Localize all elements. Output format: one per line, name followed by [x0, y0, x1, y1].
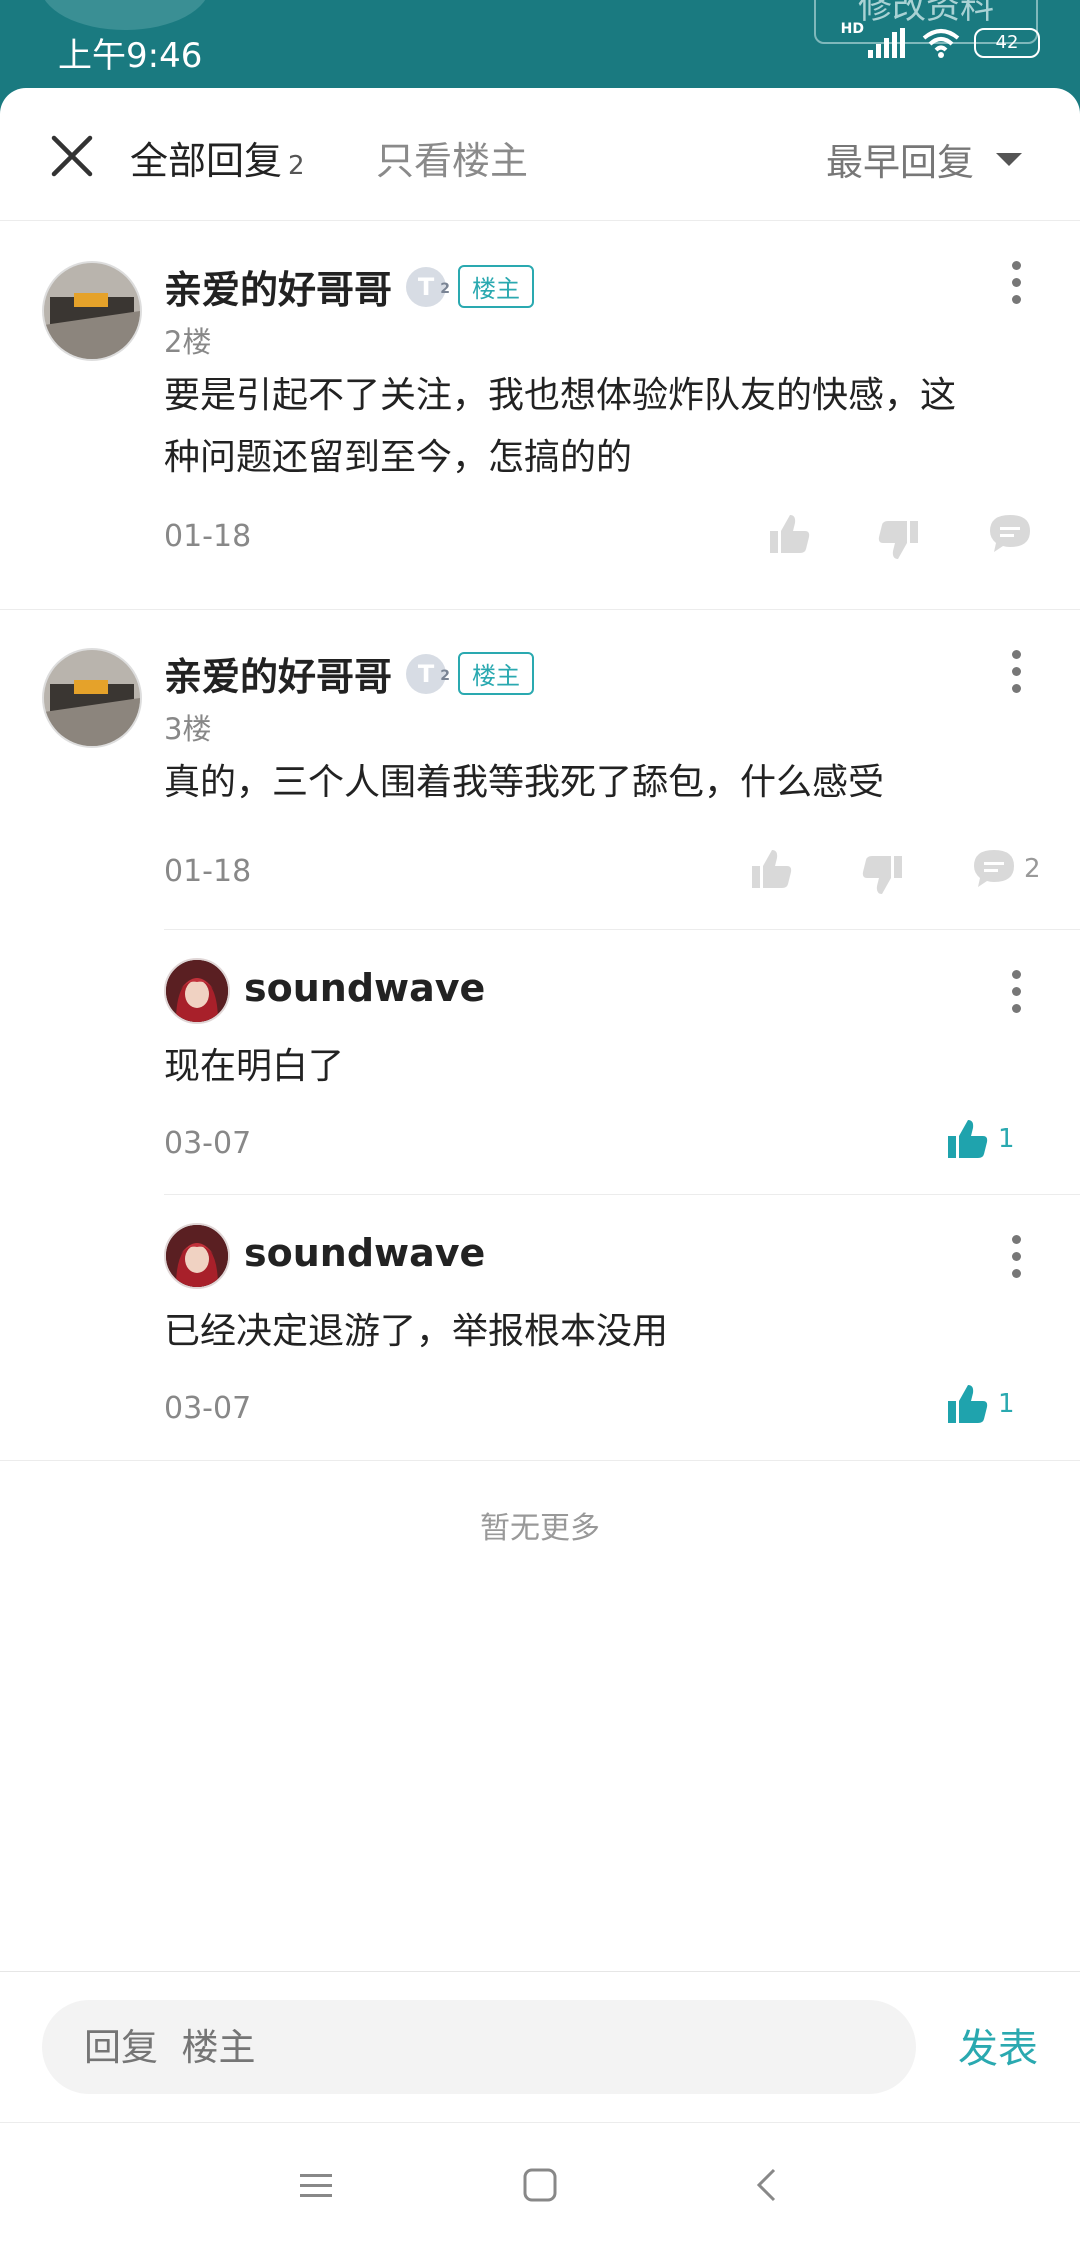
replies-sheet: 全部回复 2 只看楼主 最早回复 亲爱的好哥哥 T2 楼主 2楼 要是引起不了关… [0, 88, 1080, 2248]
reply-content[interactable]: 要是引起不了关注，我也想体验炸队友的快感，这 种问题还留到至今，怎搞的的 [164, 365, 1044, 489]
owner-badge: 楼主 [458, 265, 535, 308]
avatar[interactable] [164, 1223, 230, 1289]
tab-owner-only[interactable]: 只看楼主 [376, 130, 528, 185]
sheet-header: 全部回复 2 只看楼主 最早回复 [0, 88, 1080, 221]
reply-list: 亲爱的好哥哥 T2 楼主 2楼 要是引起不了关注，我也想体验炸队友的快感，这 种… [0, 221, 1080, 1581]
avatar-image [44, 263, 140, 359]
tab-all-replies[interactable]: 全部回复 2 [130, 130, 305, 185]
reply-content[interactable]: 真的，三个人围着我等我死了舔包，什么感受 [164, 752, 1044, 814]
sort-dropdown[interactable]: 最早回复 [826, 132, 1022, 186]
list-footer: 暂无更多 [0, 1461, 1080, 1581]
home-icon[interactable] [522, 2167, 558, 2203]
nested-reply: soundwave 现在明白了 03-07 1 [0, 930, 1080, 1195]
like-count: 1 [998, 1124, 1015, 1154]
like-count: 1 [998, 1389, 1015, 1419]
floor-number: 2楼 [164, 325, 212, 359]
like-button[interactable] [766, 511, 812, 557]
tab-all-count: 2 [288, 151, 305, 181]
wifi-icon [922, 29, 960, 58]
username[interactable]: 亲爱的好哥哥 [164, 646, 392, 701]
no-more-label: 暂无更多 [480, 1511, 600, 1546]
reply-content[interactable]: 已经决定退游了，举报根本没用 [164, 1301, 668, 1363]
reply-content[interactable]: 现在明白了 [164, 1036, 344, 1098]
nested-reply: soundwave 已经决定退游了，举报根本没用 03-07 1 [0, 1195, 1080, 1461]
hd-label: HD [840, 21, 864, 37]
reply-bar: 发表 [0, 1971, 1080, 2122]
username[interactable]: soundwave [244, 1231, 485, 1275]
status-icons: HD 42 [841, 21, 1040, 58]
avatar[interactable] [42, 261, 142, 361]
comment-icon [990, 515, 1030, 552]
thumb-up-icon [948, 1385, 988, 1423]
avatar-image [166, 960, 228, 1022]
back-icon[interactable] [754, 2167, 778, 2203]
dislike-button[interactable] [860, 852, 906, 898]
profile-avatar-partial [40, 0, 210, 30]
more-icon[interactable] [1010, 970, 1022, 1013]
signal-icon [868, 28, 905, 58]
caret-down-icon [996, 152, 1022, 166]
thumb-up-icon [948, 1120, 988, 1158]
like-button[interactable]: 1 [944, 1381, 1015, 1427]
like-button[interactable] [748, 846, 794, 892]
avatar[interactable] [164, 958, 230, 1024]
reply-item: 亲爱的好哥哥 T2 楼主 2楼 要是引起不了关注，我也想体验炸队友的快感，这 种… [0, 221, 1080, 609]
reply-date: 01-18 [164, 854, 252, 889]
comment-button[interactable] [988, 513, 1032, 555]
like-button[interactable]: 1 [944, 1116, 1015, 1162]
username-row: 亲爱的好哥哥 T2 楼主 [164, 259, 535, 314]
username[interactable]: 亲爱的好哥哥 [164, 259, 392, 314]
more-icon[interactable] [1010, 1235, 1022, 1278]
close-icon[interactable] [50, 134, 94, 178]
system-nav-bar [0, 2122, 1080, 2248]
sort-label: 最早回复 [826, 141, 974, 184]
reply-date: 03-07 [164, 1391, 252, 1426]
tab-all-label: 全部回复 [130, 139, 283, 183]
reply-date: 01-18 [164, 519, 252, 554]
level-badge: T2 [406, 266, 450, 307]
floor-number: 3楼 [164, 712, 212, 746]
status-time: 上午9:46 [58, 36, 203, 76]
publish-button[interactable]: 发表 [958, 2016, 1038, 2074]
level-badge: T2 [406, 653, 450, 694]
thumb-up-icon [770, 515, 810, 553]
thumb-down-icon [878, 521, 918, 559]
owner-badge: 楼主 [458, 652, 535, 695]
reply-date: 03-07 [164, 1126, 252, 1161]
battery-indicator: 42 [974, 28, 1040, 58]
menu-icon[interactable] [298, 2171, 334, 2201]
username-row: 亲爱的好哥哥 T2 楼主 [164, 646, 535, 701]
more-icon[interactable] [1010, 650, 1022, 693]
username[interactable]: soundwave [244, 966, 485, 1010]
comment-icon [974, 850, 1014, 887]
thumb-up-icon [752, 850, 792, 888]
avatar[interactable] [42, 648, 142, 748]
dislike-button[interactable] [876, 517, 922, 563]
reply-count: 2 [1024, 854, 1041, 884]
avatar-image [166, 1225, 228, 1287]
comment-button[interactable]: 2 [972, 848, 1041, 890]
avatar-image [44, 650, 140, 746]
thumb-down-icon [862, 856, 902, 894]
reply-item: 亲爱的好哥哥 T2 楼主 3楼 真的，三个人围着我等我死了舔包，什么感受 01-… [0, 610, 1080, 930]
more-icon[interactable] [1010, 261, 1022, 304]
reply-input[interactable] [42, 2000, 916, 2094]
